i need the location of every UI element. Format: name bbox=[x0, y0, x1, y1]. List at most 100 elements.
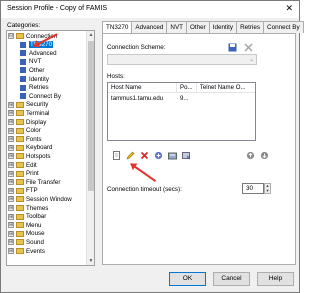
connection-timeout-label: Connection timeout (secs): bbox=[107, 186, 182, 193]
expand-icon[interactable]: ⊞ bbox=[8, 153, 14, 160]
tree-item-edit[interactable]: ⊞ Edit bbox=[8, 161, 37, 169]
tree-item-fonts[interactable]: ⊞ Fonts bbox=[8, 135, 41, 143]
tree-item-file-transfer[interactable]: ⊞ File Transfer bbox=[8, 178, 60, 186]
expand-icon[interactable]: ⊞ bbox=[8, 119, 14, 125]
connection-scheme-label: Connection Scheme: bbox=[107, 44, 166, 51]
tree-item-label: Keyboard bbox=[26, 144, 53, 152]
close-icon[interactable]: ✕ bbox=[285, 3, 293, 14]
folder-icon bbox=[16, 222, 24, 229]
collapse-icon[interactable]: ⊟ bbox=[8, 33, 14, 39]
tree-item-hotspots[interactable]: ⊞ Hotspots bbox=[8, 152, 50, 160]
expand-icon[interactable]: ⊞ bbox=[8, 205, 14, 211]
tree-item-identity[interactable]: Identity bbox=[20, 75, 49, 83]
tree-item-display[interactable]: ⊞ Display bbox=[8, 118, 46, 126]
tree-item-session-window[interactable]: ⊞ Session Window bbox=[8, 195, 72, 203]
expand-icon[interactable]: ⊞ bbox=[8, 196, 14, 203]
tree-item-advanced[interactable]: Advanced bbox=[20, 49, 57, 57]
tab-other[interactable]: Other bbox=[186, 21, 210, 33]
expand-icon[interactable]: ⊞ bbox=[8, 213, 14, 220]
tree-item-nvt[interactable]: NVT bbox=[20, 58, 41, 66]
hosts-label: Hosts: bbox=[107, 73, 125, 80]
edit-icon[interactable] bbox=[125, 150, 135, 160]
scroll-thumb[interactable] bbox=[88, 41, 94, 191]
expand-icon[interactable]: ⊞ bbox=[8, 101, 14, 108]
tree-scrollbar[interactable]: ▲ ▼ bbox=[86, 31, 94, 265]
ok-button[interactable]: OK bbox=[169, 272, 206, 286]
connection-timeout-input[interactable]: 30 bbox=[242, 183, 264, 194]
expand-icon[interactable]: ⊞ bbox=[8, 162, 14, 168]
page-icon bbox=[20, 58, 26, 65]
tree-item-print[interactable]: ⊞ Print bbox=[8, 170, 39, 178]
tree-item-connect-by[interactable]: Connect By bbox=[20, 92, 61, 100]
tab-retries[interactable]: Retries bbox=[236, 21, 265, 33]
expand-icon[interactable]: ⊞ bbox=[8, 230, 14, 237]
hosts-list[interactable]: Host Name Po... Telnet Name O... tammus1… bbox=[107, 82, 256, 141]
tree-item-toolbar[interactable]: ⊞ Toolbar bbox=[8, 213, 46, 221]
tree-item-other[interactable]: Other bbox=[20, 66, 44, 74]
expand-icon[interactable]: ⊞ bbox=[8, 222, 14, 229]
cancel-button[interactable]: Cancel bbox=[213, 272, 250, 286]
expand-icon[interactable]: ⊞ bbox=[8, 144, 14, 151]
expand-icon[interactable]: ⊞ bbox=[8, 170, 14, 177]
save-scheme-icon[interactable] bbox=[228, 43, 237, 52]
tree-item-label: Hotspots bbox=[26, 152, 51, 160]
tab-strip: TN3270 Advanced NVT Other Identity Retries Con… bbox=[102, 21, 304, 34]
tree-item-label: Session Window bbox=[26, 195, 72, 203]
tree-item-label: FTP bbox=[26, 187, 38, 195]
column-host-name[interactable]: Host Name bbox=[108, 83, 178, 92]
expand-icon[interactable]: ⊞ bbox=[8, 239, 14, 246]
tree-item-menu[interactable]: ⊞ Menu bbox=[8, 221, 41, 229]
expand-icon[interactable]: ⊞ bbox=[8, 248, 14, 254]
page-icon bbox=[20, 41, 26, 48]
expand-icon[interactable]: ⊞ bbox=[8, 179, 14, 186]
categories-tree[interactable]: ▲ ▼ ⊟ Connection TN3270 Advanced NVT Other Ide… bbox=[6, 30, 95, 266]
column-port[interactable]: Po... bbox=[177, 83, 197, 92]
expand-icon[interactable]: ⊞ bbox=[8, 110, 14, 117]
scroll-up-icon[interactable]: ▲ bbox=[88, 32, 94, 38]
telnet-name-cell bbox=[197, 94, 255, 103]
column-telnet-name[interactable]: Telnet Name O... bbox=[197, 83, 255, 92]
tree-item-retries[interactable]: Retries bbox=[20, 84, 49, 92]
tree-item-terminal[interactable]: ⊞ Terminal bbox=[8, 109, 49, 117]
delete-icon[interactable] bbox=[139, 150, 149, 160]
scroll-down-icon[interactable]: ▼ bbox=[88, 258, 94, 264]
export-icon[interactable] bbox=[181, 150, 191, 160]
expand-icon[interactable]: ⊞ bbox=[8, 136, 14, 143]
tree-item-events[interactable]: ⊞ Events bbox=[8, 247, 45, 255]
tree-item-themes[interactable]: ⊞ Themes bbox=[8, 204, 48, 212]
page-icon bbox=[20, 93, 26, 100]
table-row[interactable]: tammus1.tamu.edu 9... bbox=[108, 94, 255, 103]
import-icon[interactable] bbox=[167, 150, 177, 160]
move-down-icon[interactable] bbox=[259, 150, 269, 160]
folder-icon bbox=[16, 127, 24, 134]
expand-icon[interactable]: ⊞ bbox=[8, 187, 14, 194]
tree-item-mouse[interactable]: ⊞ Mouse bbox=[8, 230, 45, 238]
tree-item-label: Print bbox=[26, 170, 39, 178]
tree-item-ftp[interactable]: ⊞ FTP bbox=[8, 187, 38, 195]
tree-item-label: Edit bbox=[26, 161, 37, 169]
add-icon[interactable] bbox=[153, 150, 163, 160]
move-up-icon[interactable] bbox=[245, 150, 255, 160]
tab-nvt[interactable]: NVT bbox=[166, 21, 188, 33]
help-button[interactable]: Help bbox=[257, 272, 294, 286]
new-icon[interactable] bbox=[111, 150, 121, 160]
tree-item-sound[interactable]: ⊞ Sound bbox=[8, 238, 44, 246]
tree-item-keyboard[interactable]: ⊞ Keyboard bbox=[8, 144, 53, 152]
session-profile-dialog: Session Profile - Copy of FAMIS ✕ Catego… bbox=[0, 0, 304, 293]
folder-icon bbox=[16, 248, 24, 254]
tab-connect-by[interactable]: Connect By bbox=[263, 21, 304, 33]
chevron-down-icon[interactable]: ⌄ bbox=[249, 56, 254, 63]
tab-identity[interactable]: Identity bbox=[208, 21, 238, 33]
timeout-spinner[interactable]: ▲ ▼ bbox=[264, 183, 271, 194]
connection-scheme-select[interactable]: ⌄ bbox=[107, 54, 257, 65]
spin-down-icon[interactable]: ▼ bbox=[265, 189, 270, 193]
tree-item-label: Retries bbox=[29, 84, 49, 92]
tree-item-label: Display bbox=[26, 118, 47, 126]
expand-icon[interactable]: ⊞ bbox=[8, 127, 14, 134]
tree-item-label: Events bbox=[26, 247, 45, 255]
tree-item-security[interactable]: ⊞ Security bbox=[8, 101, 48, 109]
delete-scheme-icon[interactable] bbox=[244, 43, 253, 52]
tree-item-label: Advanced bbox=[29, 49, 57, 57]
tree-item-color[interactable]: ⊞ Color bbox=[8, 127, 41, 135]
tab-advanced[interactable]: Advanced bbox=[131, 21, 168, 33]
